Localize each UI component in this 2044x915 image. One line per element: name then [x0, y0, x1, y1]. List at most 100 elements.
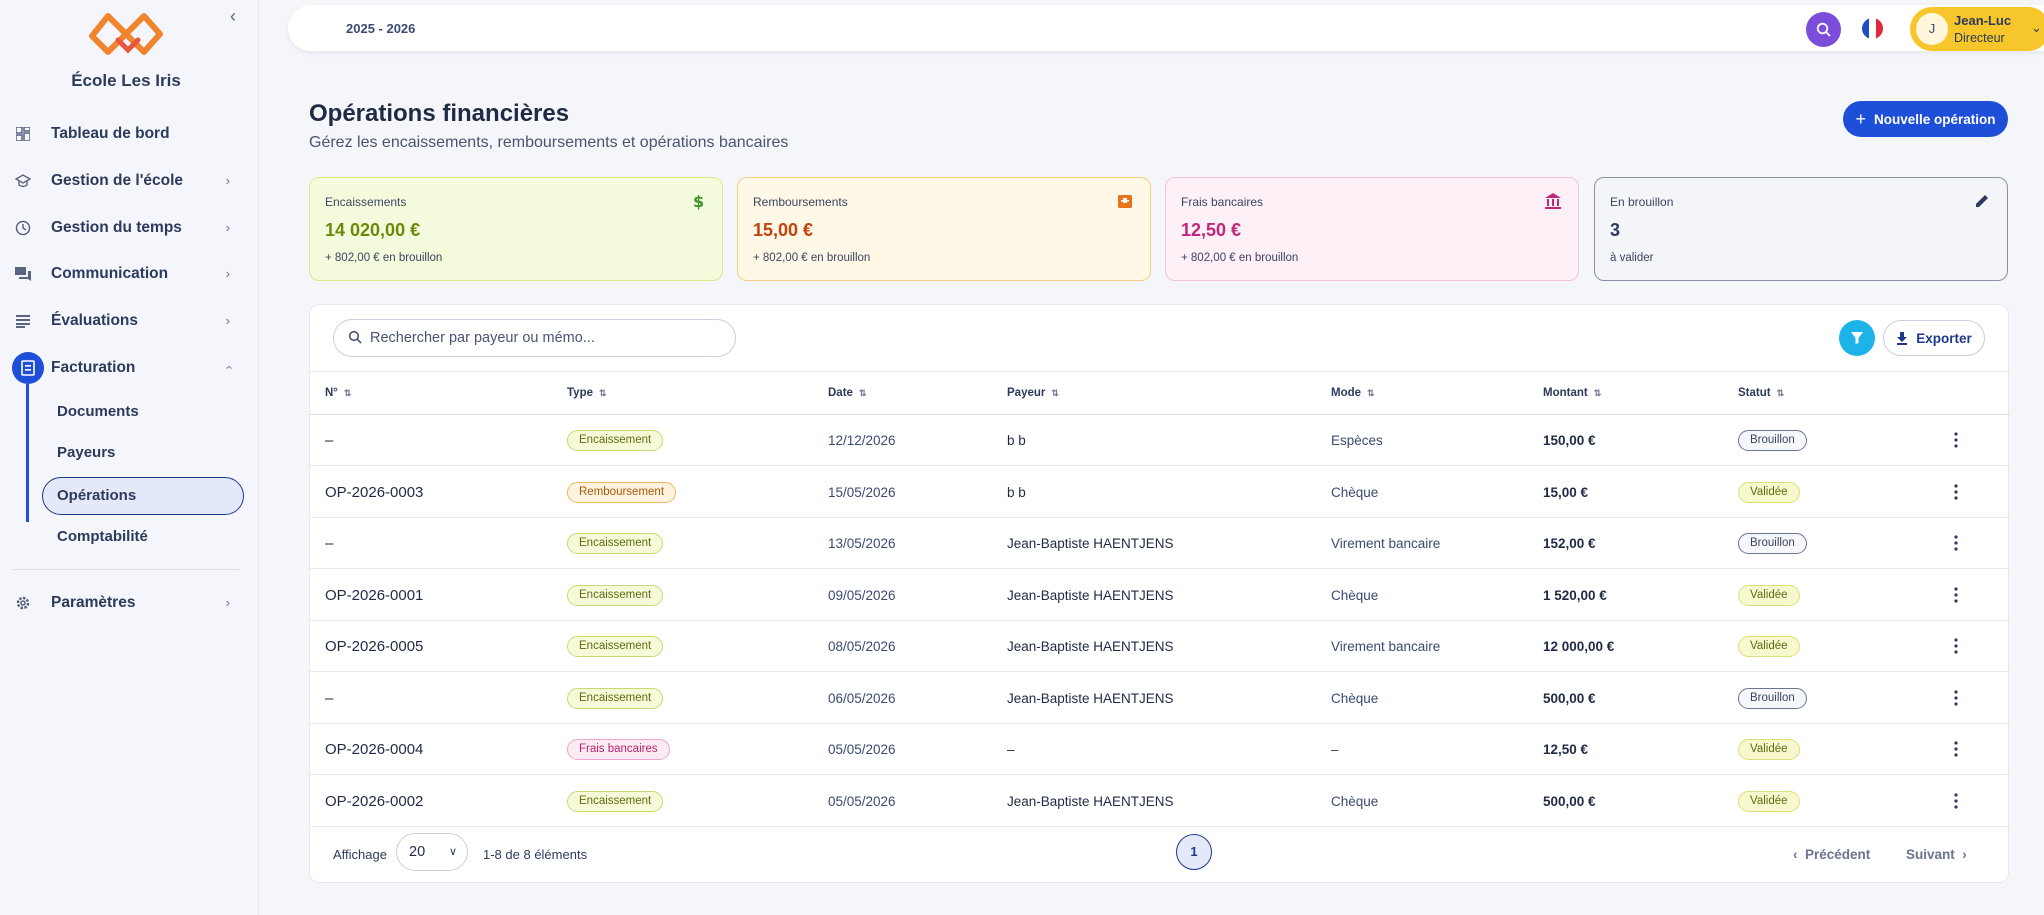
more-options-icon[interactable] — [1954, 741, 1958, 757]
cell-date: 09/05/2026 — [828, 587, 896, 603]
search-placeholder: Rechercher par payeur ou mémo... — [370, 330, 595, 346]
table-row[interactable]: OP-2026-0004 Frais bancaires 05/05/2026 – – 1… — [310, 724, 2010, 775]
column-header-payeur[interactable]: Payeur ⇅ — [1007, 387, 1059, 399]
cell-date: 13/05/2026 — [828, 536, 896, 551]
column-header-statut[interactable]: Statut ⇅ — [1738, 387, 1784, 399]
sidebar-item-gestion-ecole[interactable]: Gestion de l'école › — [14, 164, 240, 198]
more-options-icon[interactable] — [1954, 483, 1958, 500]
column-header-num[interactable]: N° ⇅ — [325, 387, 351, 399]
cell-num: OP-2026-0002 — [325, 792, 424, 810]
plus-icon: + — [1855, 108, 1866, 129]
export-button[interactable]: Exporter — [1883, 320, 1985, 356]
new-operation-button[interactable]: + Nouvelle opération — [1843, 101, 2008, 137]
sidebar-subitem-comptabilite[interactable]: Comptabilité — [57, 525, 148, 549]
card-label: Encaissements — [325, 195, 407, 209]
user-menu[interactable]: J Jean-Luc Directeur ⌄ — [1910, 7, 2044, 51]
filter-button[interactable] — [1839, 320, 1875, 356]
next-page-button[interactable]: Suivant › — [1906, 847, 1967, 862]
cell-mode: Espèces — [1331, 433, 1383, 448]
table-row[interactable]: OP-2026-0003 Remboursement 15/05/2026 b b Ch… — [310, 467, 2010, 518]
dashboard-icon — [14, 125, 32, 143]
more-options-icon[interactable] — [1954, 638, 1958, 654]
sidebar-item-evaluations[interactable]: Évaluations › — [14, 304, 240, 338]
cell-num: – — [325, 432, 334, 449]
cell-payeur: Jean-Baptiste HAENTJENS — [1007, 536, 1174, 551]
cell-payeur: Jean-Baptiste HAENTJENS — [1007, 793, 1174, 809]
table-row[interactable]: OP-2026-0005 Encaissement 08/05/2026 Jean-B… — [310, 621, 2010, 672]
page-size-label: Affichage — [333, 847, 387, 862]
table-row[interactable]: – Encaissement 12/12/2026 b b Espèces 150,00 … — [310, 415, 2010, 466]
sidebar: ‹ École Les Iris Tableau de bord Gestion… — [0, 0, 259, 915]
chevron-up-icon: › — [220, 365, 236, 370]
dollar-icon: $ — [693, 192, 704, 210]
export-label: Exporter — [1916, 330, 1972, 346]
operations-table-card: Rechercher par payeur ou mémo... Exporte… — [309, 304, 2010, 883]
column-header-type[interactable]: Type ⇅ — [567, 387, 607, 399]
cell-mode: Chèque — [1331, 484, 1379, 500]
previous-page-button[interactable]: ‹ Précédent — [1793, 847, 1870, 862]
chevron-right-icon: › — [225, 266, 230, 281]
card-note: + 802,00 € en brouillon — [1181, 252, 1299, 264]
cell-montant: 150,00 € — [1543, 433, 1596, 448]
table-header: N° ⇅ Type ⇅ Date ⇅ Payeur ⇅ Mode ⇅ Montant ⇅ S… — [310, 371, 2010, 415]
school-logo — [89, 13, 163, 55]
sidebar-item-label: Gestion de l'école — [51, 172, 184, 189]
chevron-right-icon: › — [225, 173, 230, 188]
card-note: + 802,00 € en brouillon — [325, 252, 443, 264]
cell-mode: Chèque — [1331, 690, 1379, 706]
language-flag-icon[interactable] — [1862, 18, 1883, 39]
sort-icon: ⇅ — [1051, 388, 1059, 398]
sidebar-divider — [13, 569, 239, 570]
column-header-date[interactable]: Date ⇅ — [828, 387, 866, 399]
card-value: 15,00 € — [753, 220, 814, 240]
sidebar-subitem-operations[interactable]: Opérations — [57, 484, 136, 508]
table-row[interactable]: OP-2026-0002 Encaissement 05/05/2026 Jean-B… — [310, 776, 2010, 827]
column-header-mode[interactable]: Mode ⇅ — [1331, 387, 1375, 399]
more-options-icon[interactable] — [1954, 689, 1958, 706]
status-badge: Validée — [1738, 790, 1800, 812]
type-badge: Encaissement — [567, 584, 664, 606]
sidebar-item-tableau-de-bord[interactable]: Tableau de bord — [14, 117, 240, 151]
sidebar-item-facturation[interactable]: Facturation › — [14, 351, 240, 385]
sidebar-item-parametres[interactable]: Paramètres › — [14, 586, 240, 620]
chevron-right-icon: › — [225, 595, 230, 610]
refund-box-icon — [1118, 195, 1132, 208]
cell-date: 15/05/2026 — [828, 484, 896, 500]
bank-icon — [1545, 193, 1561, 209]
pencil-icon — [1976, 195, 1988, 207]
sort-icon: ⇅ — [599, 388, 607, 398]
status-badge: Validée — [1738, 636, 1800, 657]
cell-mode: Chèque — [1331, 587, 1379, 603]
chat-icon — [14, 265, 32, 283]
download-icon — [1897, 332, 1908, 345]
page-button-current[interactable]: 1 — [1176, 834, 1212, 870]
more-options-icon[interactable] — [1954, 432, 1958, 448]
table-row[interactable]: OP-2026-0001 Encaissement 09/05/2026 Jean-B… — [310, 570, 2010, 621]
sidebar-item-communication[interactable]: Communication › — [14, 257, 240, 291]
type-badge: Frais bancaires — [567, 739, 670, 760]
collapse-sidebar-icon[interactable]: ‹ — [224, 6, 242, 26]
search-input[interactable]: Rechercher par payeur ou mémo... — [333, 319, 736, 357]
sort-icon: ⇅ — [343, 388, 352, 398]
cell-num: OP-2026-0003 — [325, 483, 424, 501]
global-search-button[interactable] — [1806, 12, 1841, 47]
submenu-line — [26, 384, 29, 522]
more-options-icon[interactable] — [1954, 586, 1958, 603]
column-header-montant[interactable]: Montant ⇅ — [1543, 387, 1601, 399]
more-options-icon[interactable] — [1954, 535, 1958, 551]
table-row[interactable]: – Encaissement 06/05/2026 Jean-Baptiste HAE… — [310, 673, 2010, 724]
clock-icon — [14, 219, 32, 237]
card-value: 12,50 € — [1181, 220, 1242, 240]
status-badge: Validée — [1738, 739, 1800, 760]
cell-montant: 15,00 € — [1543, 484, 1589, 500]
school-name: École Les Iris — [71, 71, 181, 90]
more-options-icon[interactable] — [1954, 792, 1958, 809]
chevron-right-icon: › — [225, 313, 230, 328]
cell-mode: Virement bancaire — [1331, 536, 1441, 551]
page-size-select[interactable]: 20 ∨ — [396, 833, 468, 871]
table-row[interactable]: – Encaissement 13/05/2026 Jean-Baptiste HAE… — [310, 518, 2010, 569]
sidebar-subitem-documents[interactable]: Documents — [57, 400, 139, 424]
sidebar-subitem-payeurs[interactable]: Payeurs — [57, 441, 115, 465]
sidebar-item-gestion-temps[interactable]: Gestion du temps › — [14, 211, 240, 245]
school-year-selector[interactable]: 2025 - 2026 — [346, 21, 415, 36]
